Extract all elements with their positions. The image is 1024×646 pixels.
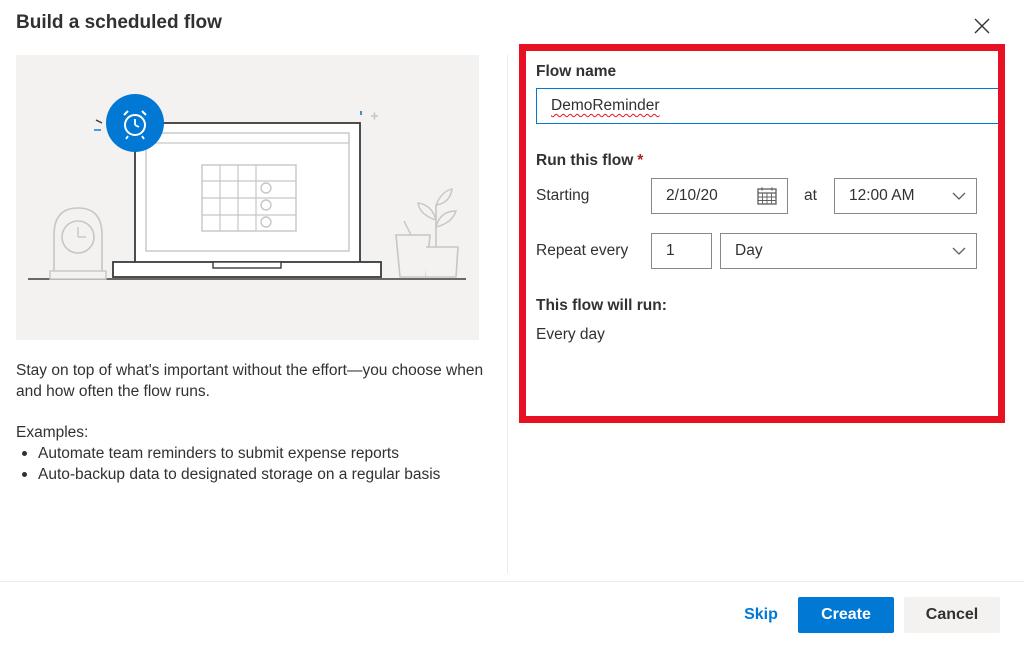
scheduled-flow-dialog: Build a scheduled flow Stay on top of wh… [0, 0, 1024, 646]
examples-list: Automate team reminders to submit expens… [20, 443, 440, 485]
create-button[interactable]: Create [798, 597, 894, 633]
list-item: Auto-backup data to designated storage o… [20, 464, 440, 485]
desk-clock-icon [49, 207, 107, 280]
cancel-button[interactable]: Cancel [904, 597, 1000, 633]
alarm-clock-icon [106, 94, 164, 152]
dialog-title: Build a scheduled flow [16, 12, 222, 33]
close-icon [974, 18, 990, 34]
list-item: Automate team reminders to submit expens… [20, 443, 440, 464]
footer-divider [0, 581, 1024, 582]
panel-divider [507, 55, 508, 573]
examples-heading: Examples: [16, 424, 89, 441]
plant-icon [395, 188, 459, 278]
skip-button[interactable]: Skip [736, 597, 786, 633]
dialog-description: Stay on top of what's important without … [16, 362, 484, 400]
highlight-box [519, 44, 1005, 423]
hero-illustration [16, 55, 479, 340]
laptop-icon [112, 122, 382, 278]
close-button[interactable] [966, 10, 998, 42]
